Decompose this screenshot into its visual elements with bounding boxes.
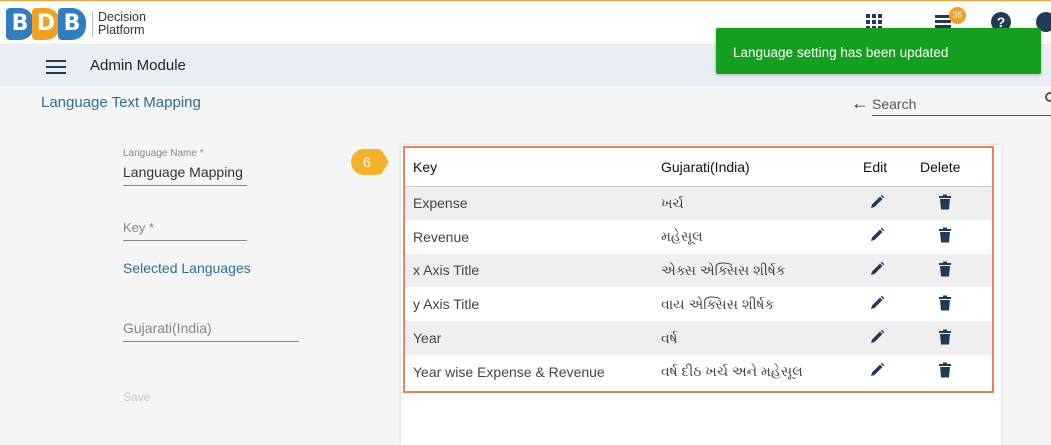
edit-pencil-icon[interactable] <box>869 329 885 345</box>
row-translation: વર્ષ દીઠ ખર્ચ અને મહેસૂલ <box>661 363 803 380</box>
edit-pencil-icon[interactable] <box>869 295 885 311</box>
search-icon[interactable] <box>1045 92 1051 102</box>
row-key: Year wise Expense & Revenue <box>413 363 605 380</box>
page-title: Language Text Mapping <box>41 94 201 111</box>
row-key: y Axis Title <box>413 296 480 313</box>
row-key: Year <box>413 330 442 347</box>
header-language: Gujarati(India) <box>661 148 851 187</box>
logo-letter-b1: B <box>6 8 34 40</box>
brand-name: Decision Platform <box>92 11 146 37</box>
notification-count-badge: 35 <box>949 7 966 24</box>
row-translation: ખર્ચ <box>661 194 684 211</box>
row-translation: એક્સ એક્સિસ શીર્ષક <box>661 261 786 278</box>
search-input[interactable] <box>872 92 1051 116</box>
language-name-field[interactable]: Language Mapping <box>123 164 243 180</box>
edit-pencil-icon[interactable] <box>869 362 885 378</box>
language-name-underline <box>123 185 247 186</box>
back-arrow-icon[interactable]: ← <box>851 93 869 114</box>
row-key: Revenue <box>413 228 470 245</box>
table-row: Year વર્ષ <box>405 321 992 355</box>
delete-trash-icon[interactable] <box>938 295 954 311</box>
language-select-underline <box>123 341 299 342</box>
key-underline <box>123 240 247 241</box>
header-edit: Edit <box>851 148 914 187</box>
table-row: y Axis Title વાય એક્સિસ શીર્ષક <box>405 287 992 322</box>
row-translation: વર્ષ <box>661 329 678 346</box>
delete-trash-icon[interactable] <box>938 261 954 277</box>
delete-trash-icon[interactable] <box>938 362 954 378</box>
logo-letter-b2: B <box>58 8 86 40</box>
table-row: Revenue મહેસૂલ <box>405 219 992 254</box>
language-name-label: Language Name * <box>123 148 204 159</box>
table-row: x Axis Title એક્સ એક્સિસ શીર્ષક <box>405 253 992 288</box>
logo-mark: B D B <box>6 8 86 40</box>
delete-trash-icon[interactable] <box>938 194 954 210</box>
row-key: Expense <box>413 195 468 212</box>
table-row: Expense ખર્ચ <box>405 186 992 220</box>
language-select-field[interactable]: Gujarati(India) <box>123 320 212 336</box>
table-header-row: Key Gujarati(India) Edit Delete <box>405 148 992 187</box>
header-key: Key <box>405 148 661 187</box>
save-button[interactable]: Save <box>123 390 150 404</box>
hamburger-menu-icon[interactable] <box>46 60 66 74</box>
edit-pencil-icon[interactable] <box>869 194 885 210</box>
logo-letter-d: D <box>32 8 60 40</box>
delete-trash-icon[interactable] <box>938 329 954 345</box>
language-mapping-table: Key Gujarati(India) Edit Delete Expense ખ… <box>403 146 994 393</box>
delete-trash-icon[interactable] <box>938 227 954 243</box>
step-number-badge: 6 <box>351 149 389 175</box>
module-title: Admin Module <box>90 57 186 74</box>
key-field[interactable]: Key * <box>123 220 154 235</box>
edit-pencil-icon[interactable] <box>869 261 885 277</box>
header-delete: Delete <box>914 148 992 187</box>
edit-pencil-icon[interactable] <box>869 227 885 243</box>
row-key: x Axis Title <box>413 262 480 279</box>
success-toast[interactable]: Language setting has been updated <box>716 28 1041 74</box>
bdb-logo[interactable]: B D B Decision Platform <box>6 8 146 40</box>
row-translation: વાય એક્સિસ શીર્ષક <box>661 295 775 312</box>
table-row: Year wise Expense & Revenue વર્ષ દીઠ ખર્ચ… <box>405 354 992 389</box>
brand-line-2: Platform <box>98 23 145 37</box>
row-translation: મહેસૂલ <box>661 228 703 245</box>
selected-languages-label: Selected Languages <box>123 260 251 276</box>
